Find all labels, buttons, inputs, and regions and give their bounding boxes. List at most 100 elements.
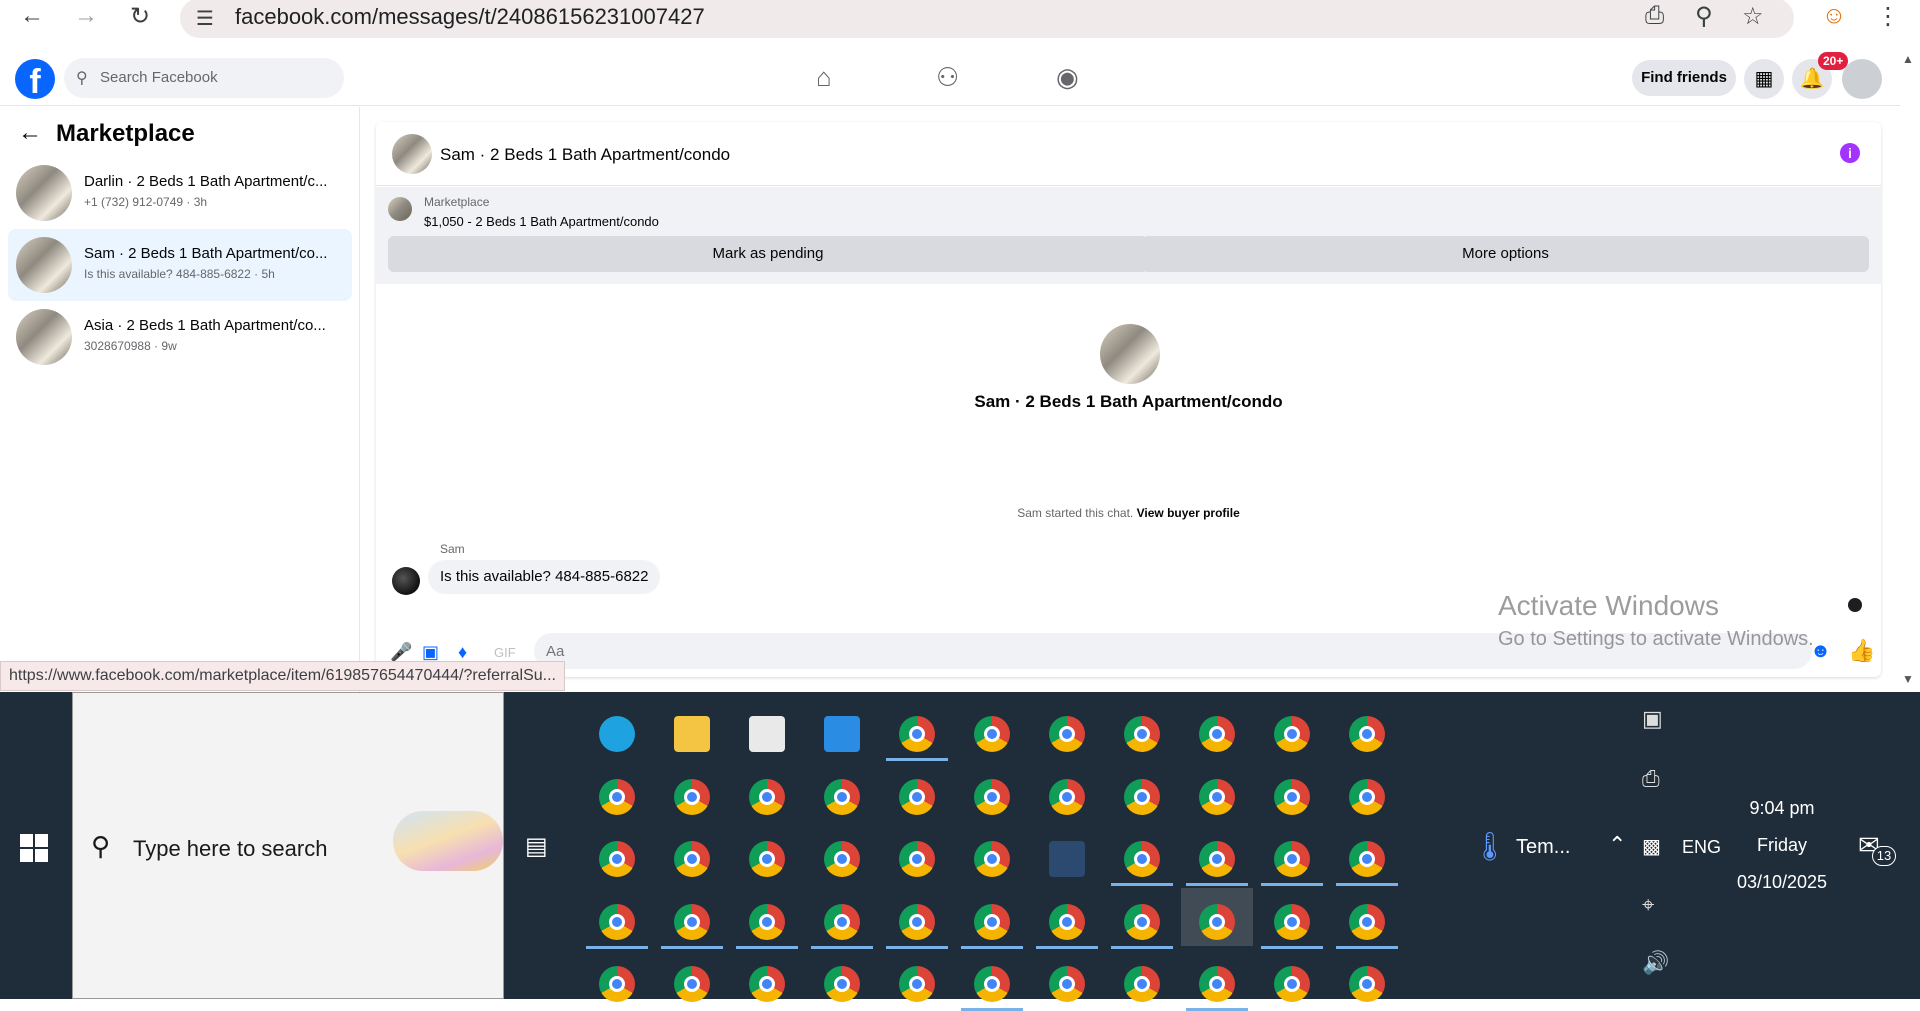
scroll-down-arrow-icon[interactable]: ▼ <box>1902 672 1914 686</box>
chrome-window-icon[interactable] <box>974 841 1010 877</box>
mark-as-pending-button[interactable]: Mark as pending <box>388 236 1148 272</box>
chrome-window-icon[interactable] <box>974 904 1010 940</box>
chrome-window-icon[interactable] <box>1349 904 1385 940</box>
scroll-up-arrow-icon[interactable]: ▲ <box>1902 52 1914 66</box>
meet-now-icon[interactable]: ▣ <box>1642 706 1663 732</box>
chrome-window-icon[interactable] <box>1199 966 1235 1002</box>
chrome-window-icon[interactable] <box>899 716 935 752</box>
friends-icon[interactable]: ⚇ <box>936 62 959 93</box>
chrome-window-icon[interactable] <box>1124 966 1160 1002</box>
more-options-button[interactable]: More options <box>1142 236 1869 272</box>
chrome-window-icon[interactable] <box>1049 779 1085 815</box>
chrome-window-icon[interactable] <box>824 779 860 815</box>
menu-kebab-icon[interactable]: ⋮ <box>1870 2 1906 30</box>
clock-time[interactable]: 9:04 pm <box>1720 798 1844 819</box>
chrome-window-icon[interactable] <box>1349 966 1385 1002</box>
chrome-window-icon[interactable] <box>674 966 710 1002</box>
find-friends-button[interactable]: Find friends <box>1632 60 1736 96</box>
chrome-window-icon[interactable] <box>749 841 785 877</box>
install-app-icon[interactable]: ⎙ <box>1645 2 1664 30</box>
chrome-window-icon[interactable] <box>1274 841 1310 877</box>
forward-arrow-icon[interactable]: → <box>68 2 104 30</box>
thumbs-up-icon[interactable]: 👍 <box>1848 638 1875 664</box>
chrome-window-icon[interactable] <box>1124 716 1160 752</box>
chrome-window-icon[interactable] <box>1349 779 1385 815</box>
listing-description[interactable]: $1,050 - 2 Beds 1 Bath Apartment/condo <box>424 214 659 229</box>
mail-icon[interactable] <box>824 716 860 752</box>
chrome-window-icon[interactable] <box>674 779 710 815</box>
volume-icon[interactable]: 🔊 <box>1642 950 1669 976</box>
taskbar-search-box[interactable]: ⚲ Type here to search <box>72 692 504 999</box>
site-info-icon[interactable]: ☰ <box>196 6 214 31</box>
chrome-window-icon[interactable] <box>899 841 935 877</box>
address-bar[interactable]: ☰ facebook.com/messages/t/24086156231007… <box>180 0 1794 38</box>
chrome-window-icon[interactable] <box>599 779 635 815</box>
chrome-window-icon[interactable] <box>749 904 785 940</box>
zoom-icon[interactable]: ⚲ <box>1695 2 1713 31</box>
chrome-window-icon[interactable] <box>674 841 710 877</box>
chrome-window-icon[interactable] <box>1199 779 1235 815</box>
snipping-tool-icon[interactable] <box>1049 841 1085 877</box>
chrome-window-icon[interactable] <box>899 779 935 815</box>
back-arrow-icon[interactable]: ← <box>14 2 50 30</box>
chrome-window-icon[interactable] <box>1049 716 1085 752</box>
chrome-window-icon[interactable] <box>1274 904 1310 940</box>
url-text[interactable]: facebook.com/messages/t/2408615623100742… <box>235 4 705 30</box>
chrome-window-icon[interactable] <box>899 904 935 940</box>
chrome-window-icon[interactable] <box>1049 966 1085 1002</box>
chrome-window-icon[interactable] <box>599 966 635 1002</box>
chrome-window-icon[interactable] <box>1349 841 1385 877</box>
message-bubble[interactable]: Is this available? 484-885-6822 <box>428 560 661 594</box>
chrome-window-icon[interactable] <box>974 966 1010 1002</box>
microsoft-store-icon[interactable] <box>749 716 785 752</box>
gif-icon[interactable]: GIF <box>494 645 516 660</box>
conversation-item-darlin[interactable]: Darlin · 2 Beds 1 Bath Apartment/c... +1… <box>8 157 352 229</box>
chrome-window-icon[interactable] <box>824 841 860 877</box>
chrome-window-icon[interactable] <box>1274 966 1310 1002</box>
clock-day[interactable]: Friday <box>1720 835 1844 856</box>
thermometer-icon[interactable]: 🌡 <box>1472 830 1508 863</box>
weather-widget[interactable]: Tem... <box>1516 836 1570 859</box>
chrome-window-icon[interactable] <box>974 716 1010 752</box>
conversation-item-sam[interactable]: Sam · 2 Beds 1 Bath Apartment/co... Is t… <box>8 229 352 301</box>
windows-start-icon[interactable] <box>20 834 50 864</box>
chrome-window-icon[interactable] <box>674 904 710 940</box>
chrome-window-icon[interactable] <box>1199 904 1235 940</box>
listing-thumbnail[interactable] <box>388 197 412 221</box>
chrome-window-icon[interactable] <box>824 966 860 1002</box>
chat-avatar[interactable] <box>392 134 432 174</box>
facebook-logo[interactable]: f <box>15 59 55 99</box>
chrome-window-icon[interactable] <box>599 904 635 940</box>
sender-avatar[interactable] <box>392 567 420 595</box>
chrome-window-icon[interactable] <box>1124 904 1160 940</box>
groups-icon[interactable]: ◉ <box>1056 62 1079 93</box>
home-icon[interactable]: ⌂ <box>816 62 832 93</box>
file-explorer-icon[interactable] <box>674 716 710 752</box>
photo-icon[interactable]: ▣ <box>422 642 439 663</box>
view-buyer-profile-link[interactable]: View buyer profile <box>1137 506 1240 520</box>
chrome-window-icon[interactable] <box>1124 779 1160 815</box>
microphone-icon[interactable]: 🎤 <box>390 642 412 663</box>
account-avatar[interactable] <box>1842 59 1882 99</box>
language-indicator[interactable]: ENG <box>1682 837 1721 858</box>
edge-icon[interactable] <box>599 716 635 752</box>
search-facebook-field[interactable]: ⚲ Search Facebook <box>64 58 344 98</box>
info-icon[interactable]: i <box>1840 143 1860 163</box>
chat-title[interactable]: Sam · 2 Beds 1 Bath Apartment/condo <box>440 145 730 165</box>
reload-icon[interactable]: ↻ <box>122 2 158 30</box>
chrome-window-icon[interactable] <box>749 779 785 815</box>
search-highlight-image[interactable] <box>393 811 503 871</box>
chrome-window-icon[interactable] <box>1199 841 1235 877</box>
chrome-window-icon[interactable] <box>824 904 860 940</box>
profile-icon[interactable]: ☺ <box>1816 2 1852 30</box>
screen-cast-icon[interactable]: ⎙ <box>1642 766 1660 792</box>
clock-date[interactable]: 03/10/2025 <box>1720 872 1844 893</box>
back-arrow-icon[interactable]: ← <box>18 119 42 147</box>
chrome-window-icon[interactable] <box>1274 779 1310 815</box>
chrome-window-icon[interactable] <box>599 841 635 877</box>
bookmark-star-icon[interactable]: ☆ <box>1742 2 1764 31</box>
task-view-icon[interactable]: ▤ <box>525 832 548 861</box>
menu-grid-icon[interactable]: ▦ <box>1744 59 1784 99</box>
chrome-window-icon[interactable] <box>749 966 785 1002</box>
chrome-window-icon[interactable] <box>1274 716 1310 752</box>
